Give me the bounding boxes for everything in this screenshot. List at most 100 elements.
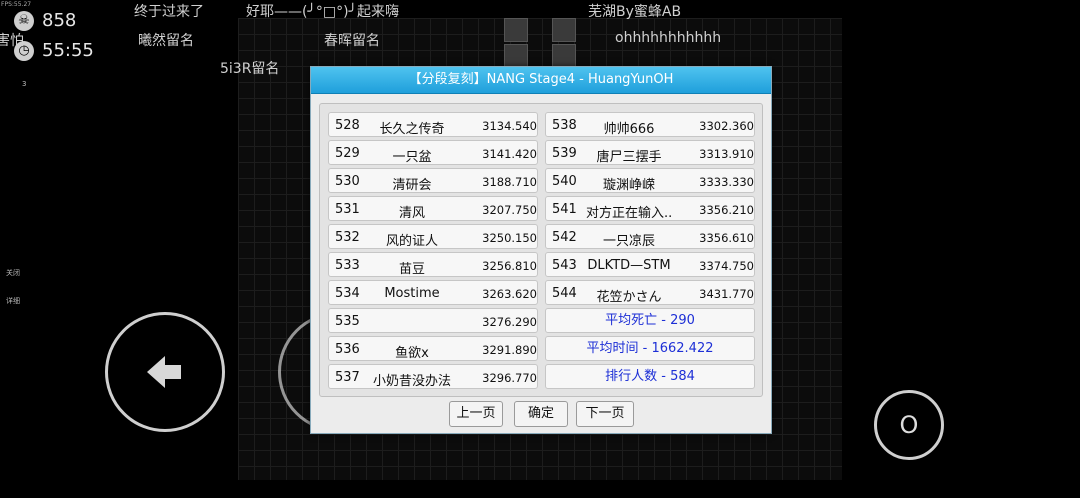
rank: 528 [335,118,360,133]
player-name: 花笠かさん [596,290,662,305]
player-name: Mostime [384,286,440,301]
clear-time: 3256.810 [482,259,537,273]
player-name: 璇渊峥嵘 [602,178,655,193]
rank: 538 [552,118,577,133]
player-name: 小奶昔没办法 [372,374,451,389]
clear-time: 3291.890 [482,343,537,357]
death-count: 858 [42,10,77,31]
clear-time: 3356.610 [699,231,754,245]
clear-time: 3296.770 [482,371,537,385]
player-name: 帅帅666 [603,122,655,137]
tiny-mark: 3 [22,80,27,88]
dialog-title: 【分段复刻】NANG Stage4 - HuangYunOH [311,67,771,94]
left-arrow-icon [147,356,181,388]
clear-time: 3313.910 [699,147,754,161]
leaderboard-row: 533 苗豆 3256.810 [328,252,538,277]
leaderboard-row: 536 鱼欲x 3291.890 [328,336,538,361]
leaderboard-dialog: 【分段复刻】NANG Stage4 - HuangYunOH 528 长久之传奇 3… [310,66,772,434]
rank-count-stat: 排行人数 - 584 [545,364,755,389]
player-name: DLKTD—STM [587,258,671,273]
danmaku-text: 5i3R留名 [220,61,280,77]
rank: 531 [335,202,360,217]
game-block [504,44,528,68]
danmaku-text: 曦然留名 [138,33,194,49]
rank: 532 [335,230,360,245]
clear-time: 3207.750 [482,203,537,217]
player-name: 鱼欲x [395,346,429,361]
clear-time: 3431.770 [699,287,754,301]
time-counter: ◷ 55:55 [14,40,94,61]
rank: 540 [552,174,577,189]
leaderboard-row: 539 唐尸三摆手 3313.910 [545,140,755,165]
left-arrow-button[interactable] [105,312,225,432]
leaderboard-row: 535 3276.290 [328,308,538,333]
next-page-button[interactable]: 下一页 [576,401,634,427]
clear-time: 3356.210 [699,203,754,217]
avg-deaths-stat: 平均死亡 - 290 [545,308,755,333]
leaderboard-row: 529 一只盆 3141.420 [328,140,538,165]
rank: 533 [335,258,360,273]
danmaku-text: 终于过来了 [134,4,204,20]
rank: 539 [552,146,577,161]
close-menu-item[interactable]: 关闭 [6,268,20,278]
skull-icon: ☠ [14,10,34,31]
rank: 536 [335,342,360,357]
player-name: 对方正在输入.... [586,206,672,221]
time-value: 55:55 [42,40,94,61]
leaderboard-row: 540 璇渊峥嵘 3333.330 [545,168,755,193]
leaderboard-row: 528 长久之传奇 3134.540 [328,112,538,137]
confirm-button[interactable]: 确定 [514,401,568,427]
clear-time: 3141.420 [482,147,537,161]
game-block [504,18,528,42]
avg-time-stat: 平均时间 - 1662.422 [545,336,755,361]
fps-counter: FPS:55.27 [1,1,32,8]
leaderboard-row: 543 DLKTD—STM 3374.750 [545,252,755,277]
rank: 542 [552,230,577,245]
leaderboard-row: 542 一只凉辰 3356.610 [545,224,755,249]
player-name: 唐尸三摆手 [596,150,662,165]
leaderboard-row: 537 小奶昔没办法 3296.770 [328,364,538,389]
clear-time: 3302.360 [699,119,754,133]
rank: 541 [552,202,577,217]
death-counter: ☠ 858 [14,10,76,31]
player-name: 清风 [398,206,425,221]
player-name: 一只凉辰 [602,234,655,249]
player-name: 清研会 [392,178,432,193]
clear-time: 3250.150 [482,231,537,245]
jump-button[interactable]: O [874,390,944,460]
jump-button-label: O [899,411,919,439]
rank: 543 [552,258,577,273]
leaderboard-row: 530 清研会 3188.710 [328,168,538,193]
player-name: 风的证人 [385,234,438,249]
clear-time: 3134.540 [482,119,537,133]
leaderboard-row: 534 Mostime 3263.620 [328,280,538,305]
leaderboard-row: 544 花笠かさん 3431.770 [545,280,755,305]
danmaku-text: ohhhhhhhhhhh [615,30,722,46]
danmaku-text: 芜湖By蜜蜂AB [588,4,682,20]
leaderboard-row: 531 清风 3207.750 [328,196,538,221]
player-name: 长久之传奇 [379,122,445,137]
rank: 529 [335,146,360,161]
rank: 537 [335,370,360,385]
clear-time: 3333.330 [699,175,754,189]
clear-time: 3374.750 [699,259,754,273]
rank: 534 [335,286,360,301]
player-name: 一只盆 [392,150,432,165]
danmaku-text: 好耶——(╯°□°)╯起来嗨 [246,4,400,20]
prev-page-button[interactable]: 上一页 [449,401,503,427]
danmaku-text: 害怕 [0,33,24,49]
rank: 535 [335,314,360,329]
clear-time: 3276.290 [482,315,537,329]
detail-menu-item[interactable]: 详细 [6,296,20,306]
leaderboard-row: 541 对方正在输入.... 3356.210 [545,196,755,221]
clear-time: 3188.710 [482,175,537,189]
leaderboard-row: 538 帅帅666 3302.360 [545,112,755,137]
rank: 530 [335,174,360,189]
rank: 544 [552,286,577,301]
danmaku-text: 春晖留名 [324,33,380,49]
clear-time: 3263.620 [482,287,537,301]
player-name: 苗豆 [398,262,425,277]
leaderboard-row: 532 风的证人 3250.150 [328,224,538,249]
game-block [552,44,576,68]
leaderboard-panel: 528 长久之传奇 3134.540 529 一只盆 3141.420 530 清研会 31… [319,103,763,397]
